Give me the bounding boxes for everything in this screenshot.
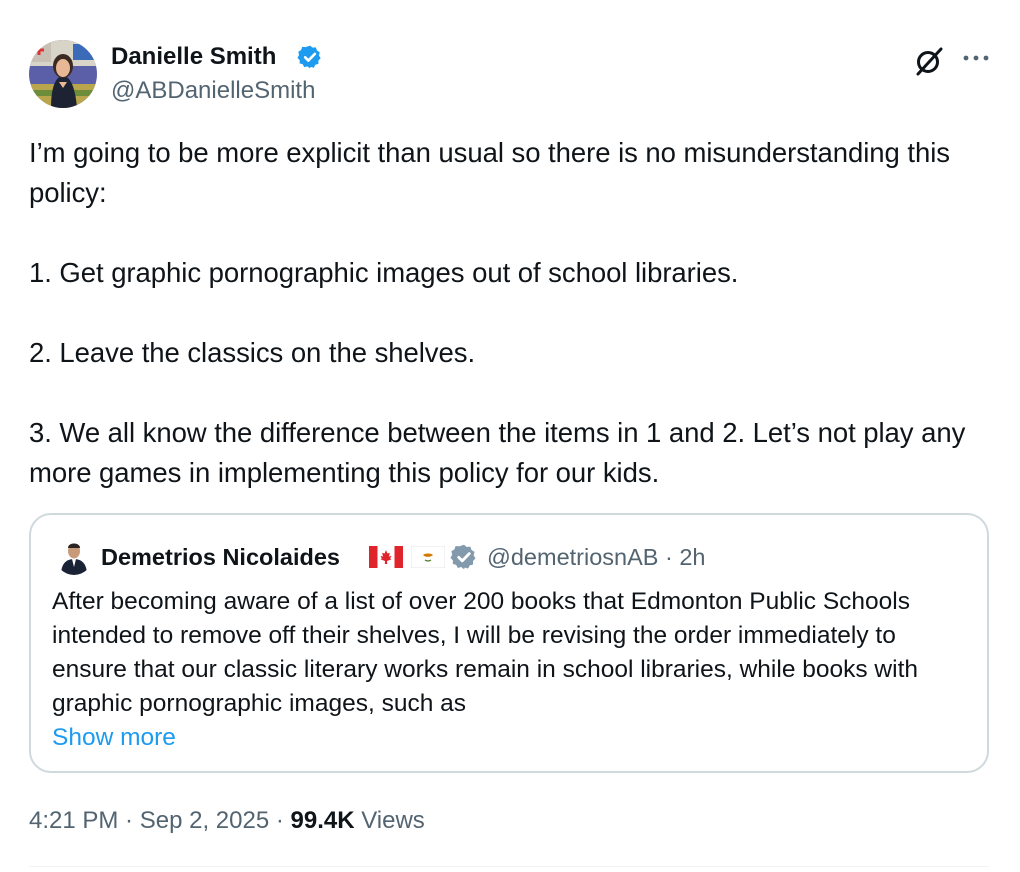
author-handle[interactable]: @ABDanielleSmith [111, 76, 315, 106]
verified-badge-icon [297, 45, 321, 69]
tweet: Danielle Smith @ABDanielleSmith I’m goin… [0, 0, 1020, 872]
quoted-author-avatar[interactable] [55, 537, 93, 575]
tweet-text: I’m going to be more explicit than usual… [29, 133, 1004, 493]
quoted-tweet-text: After becoming aware of a list of over 2… [52, 588, 919, 717]
tweet-paragraph: I’m going to be more explicit than usual… [29, 137, 950, 208]
tweet-paragraph: 2. Leave the classics on the shelves. [29, 337, 476, 368]
author-name[interactable]: Danielle Smith [111, 42, 276, 72]
cyprus-flag-icon [411, 546, 445, 568]
tweet-date[interactable]: Sep 2, 2025 [140, 807, 269, 834]
grok-icon[interactable] [913, 45, 945, 77]
tweet-time[interactable]: 4:21 PM [29, 807, 118, 834]
quoted-handle-time[interactable]: @demetriosnAB · 2h [487, 542, 705, 572]
divider [29, 866, 989, 867]
meta-separator: · [269, 807, 291, 834]
more-icon[interactable] [960, 50, 992, 66]
views-label[interactable]: Views [361, 807, 425, 834]
show-more-link[interactable]: Show more [52, 721, 176, 755]
tweet-meta: 4:21 PM · Sep 2, 2025 · 99.4K Views [29, 806, 425, 836]
quoted-avatar-image [55, 537, 93, 575]
tweet-paragraph: 1. Get graphic pornographic images out o… [29, 257, 739, 288]
quoted-author-name[interactable]: Demetrios Nicolaides [101, 542, 340, 572]
tweet-paragraph: 3. We all know the difference between th… [29, 417, 966, 488]
author-avatar[interactable] [29, 40, 97, 108]
quoted-tweet-card[interactable]: Demetrios Nicolaides @demetriosnAB · 2h … [29, 513, 989, 773]
government-verified-badge-icon [450, 544, 476, 570]
canada-flag-icon [369, 546, 403, 568]
meta-separator: · [118, 807, 140, 834]
views-count[interactable]: 99.4K [291, 807, 355, 834]
avatar-image [29, 40, 97, 108]
